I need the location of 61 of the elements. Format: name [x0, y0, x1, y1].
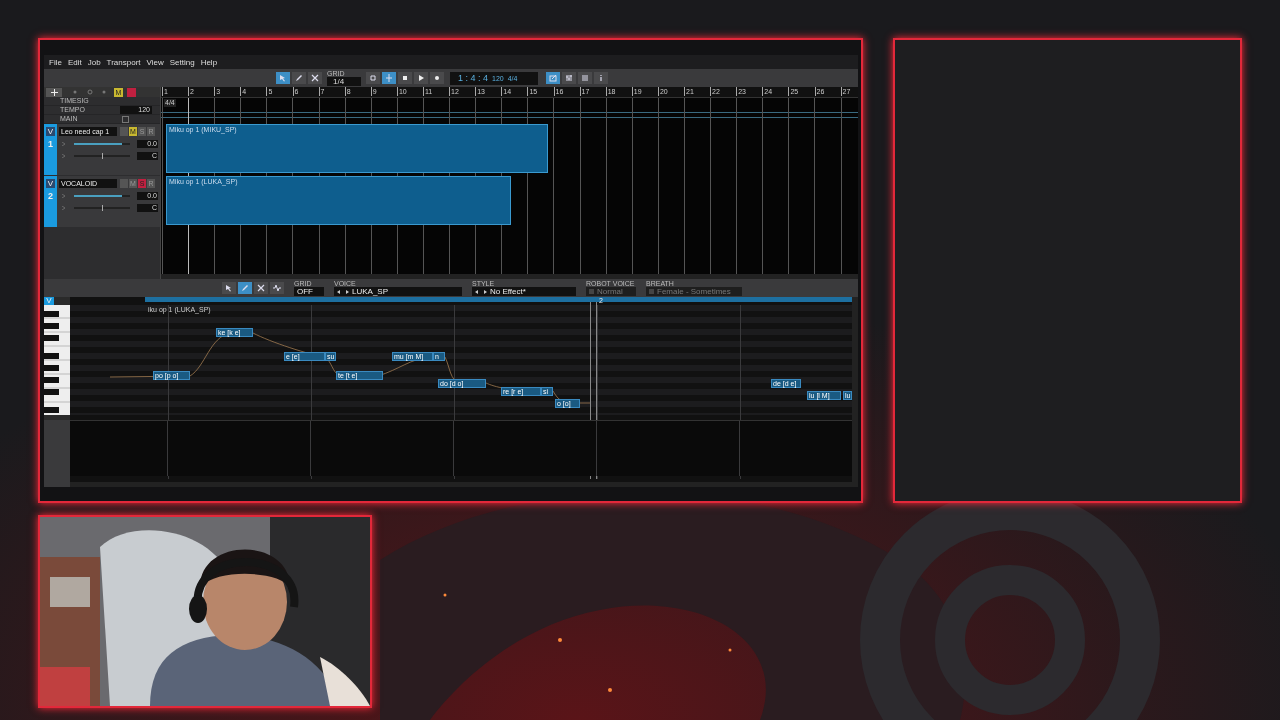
menu-item[interactable]: Setting: [169, 57, 195, 67]
tool-button[interactable]: [270, 282, 284, 294]
time-text: 1 : 4 : 4: [458, 73, 489, 83]
toggle-button[interactable]: [366, 72, 380, 84]
view-button[interactable]: [562, 72, 576, 84]
pointer-icon: [279, 74, 287, 82]
solo-button[interactable]: [127, 87, 136, 97]
dropdown[interactable]: LUKA_SP: [334, 287, 462, 296]
pencil-icon: [241, 284, 249, 292]
view-button[interactable]: [594, 72, 608, 84]
menu-item[interactable]: Edit: [67, 57, 82, 67]
checkbox[interactable]: [122, 115, 129, 123]
expand-icon: [62, 206, 65, 210]
view-button[interactable]: [578, 72, 592, 84]
info-icon: [597, 74, 605, 82]
stop-button[interactable]: [398, 72, 412, 84]
grid-select[interactable]: 1/4: [327, 77, 361, 86]
pointer-icon: [225, 284, 233, 292]
tool-button[interactable]: [308, 72, 322, 84]
waveform-icon: [273, 284, 281, 292]
horizontal-scrollbar[interactable]: [70, 482, 852, 487]
list-icon: [581, 74, 589, 82]
dropdown[interactable]: No Effect*: [472, 287, 576, 296]
scissors-icon: [311, 74, 319, 82]
record-icon: [433, 74, 441, 82]
menu-item[interactable]: File: [49, 57, 62, 67]
tool-button[interactable]: [222, 282, 236, 294]
stop-icon: [401, 74, 409, 82]
expand-icon: [62, 142, 65, 146]
menu-item[interactable]: View: [146, 57, 164, 67]
menu-item[interactable]: Job: [87, 57, 101, 67]
track-number: 1: [48, 139, 53, 149]
dropdown[interactable]: OFF: [294, 287, 324, 296]
menu-item[interactable]: Help: [200, 57, 218, 67]
track-type-letter: V: [45, 179, 56, 188]
horizontal-scrollbar[interactable]: [161, 274, 858, 279]
expand-icon: [62, 194, 65, 198]
loop-icon: [369, 74, 377, 82]
track-type-letter: V: [45, 127, 56, 136]
tool-button[interactable]: [292, 72, 306, 84]
edit-icon: [549, 74, 557, 82]
arrows-icon: [475, 289, 487, 294]
vertical-scrollbar[interactable]: [852, 297, 858, 487]
track-number: 2: [48, 191, 53, 201]
expand-icon: [62, 154, 65, 158]
play-icon: [417, 74, 425, 82]
view-button[interactable]: [546, 72, 560, 84]
plus-icon: [50, 88, 58, 96]
arrows-icon: [337, 289, 349, 294]
toggle-button[interactable]: [382, 72, 396, 84]
tool-button[interactable]: [254, 282, 268, 294]
scissors-icon: [257, 284, 265, 292]
menu-item[interactable]: Transport: [106, 57, 141, 67]
track-toggle-button[interactable]: [120, 127, 128, 136]
record-button[interactable]: [430, 72, 444, 84]
pencil-icon: [295, 74, 303, 82]
play-button[interactable]: [414, 72, 428, 84]
mixer-icon: [565, 74, 573, 82]
parameter-panel: [44, 420, 70, 487]
track-toggle-button[interactable]: [120, 179, 128, 188]
crosshair-icon: [385, 74, 393, 82]
